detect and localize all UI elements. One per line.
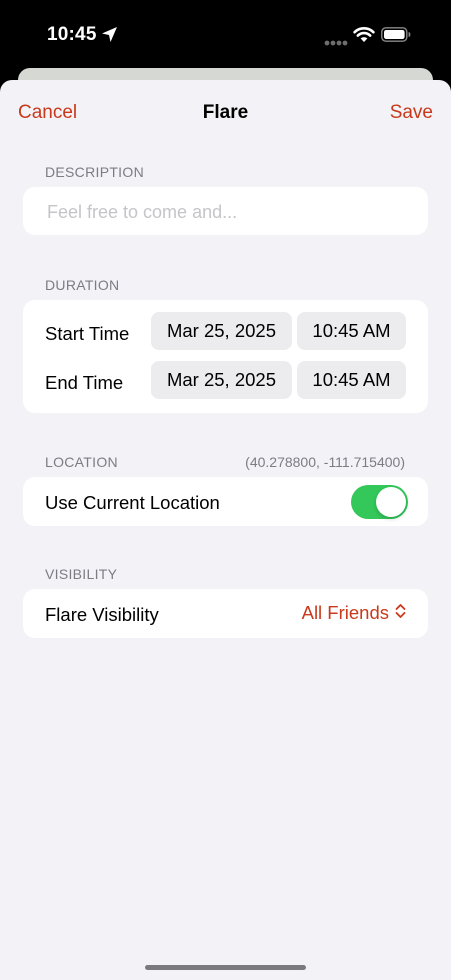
use-current-location-label: Use Current Location [45,492,220,513]
location-header: LOCATION [45,454,118,470]
flare-visibility-label: Flare Visibility [45,604,159,625]
use-current-location-toggle[interactable] [351,485,408,519]
end-date-picker[interactable]: Mar 25, 2025 [151,361,292,399]
visibility-value: All Friends [301,602,389,623]
duration-card: Start Time Mar 25, 2025 10:45 AM End Tim… [23,300,428,413]
description-card [23,187,428,237]
signal-dots-icon [324,33,348,51]
save-button[interactable]: Save [390,102,433,124]
start-time-label: Start Time [45,323,130,344]
toggle-knob [376,487,406,517]
flare-sheet: Cancel Flare Save DESCRIPTION DURATION S… [0,80,451,980]
chevron-updown-icon [395,602,406,624]
wifi-icon [353,26,375,48]
visibility-header: VISIBILITY [45,566,118,582]
location-coordinates: (40.278800, -111.715400) [245,454,405,470]
status-bar: 10:45 [0,0,451,70]
home-indicator [145,965,306,970]
end-time-picker[interactable]: 10:45 AM [297,361,406,399]
end-time-label: End Time [45,372,124,393]
start-time-picker[interactable]: 10:45 AM [297,312,406,350]
visibility-card: Flare Visibility All Friends [23,589,428,638]
location-card: Use Current Location [23,477,428,526]
start-date-picker[interactable]: Mar 25, 2025 [151,312,292,350]
status-time: 10:45 [47,24,97,45]
description-header: DESCRIPTION [45,164,144,180]
battery-icon [381,27,411,47]
description-input[interactable] [45,187,409,237]
page-title: Flare [202,102,249,123]
duration-header: DURATION [45,277,120,293]
visibility-select[interactable]: All Friends [302,589,406,637]
location-arrow-icon [101,26,118,48]
